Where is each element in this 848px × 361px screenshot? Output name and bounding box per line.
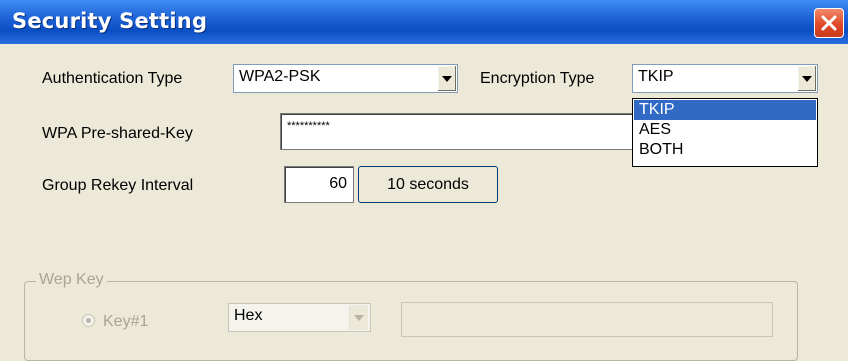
auth-type-label: Authentication Type: [42, 70, 183, 87]
close-button[interactable]: [814, 8, 844, 38]
encryption-option-tkip[interactable]: TKIP: [634, 100, 816, 120]
encryption-option-aes[interactable]: AES: [634, 120, 816, 140]
rekey-input[interactable]: 60: [284, 166, 354, 203]
psk-input[interactable]: **********: [280, 113, 642, 150]
encryption-type-value: TKIP: [638, 68, 674, 85]
psk-value: **********: [287, 120, 330, 132]
encryption-type-dropdown-button[interactable]: [797, 66, 816, 91]
rekey-value: 60: [329, 175, 347, 192]
key1-format-dropdown-button[interactable]: [349, 305, 368, 330]
key1-format-select[interactable]: Hex: [228, 303, 371, 332]
rekey-unit-button[interactable]: 10 seconds: [358, 166, 498, 203]
key1-value-input[interactable]: [401, 302, 773, 337]
rekey-label: Group Rekey Interval: [42, 177, 194, 194]
key1-radio[interactable]: [82, 314, 95, 327]
chevron-down-icon: [802, 76, 812, 82]
encryption-type-select[interactable]: TKIP: [632, 64, 818, 93]
window-title: Security Setting: [12, 9, 208, 33]
auth-type-dropdown-button[interactable]: [437, 66, 456, 91]
encryption-option-both[interactable]: BOTH: [634, 140, 816, 160]
chevron-down-icon: [442, 76, 452, 82]
encryption-type-options: TKIP AES BOTH: [632, 98, 818, 167]
key1-radio-dot: [86, 318, 91, 323]
psk-label: WPA Pre-shared-Key: [42, 125, 193, 142]
key1-format-value: Hex: [234, 307, 263, 324]
key1-label: Key#1: [103, 313, 149, 330]
title-bar: Security Setting: [0, 0, 848, 44]
encryption-type-label: Encryption Type: [480, 70, 595, 87]
chevron-down-icon: [354, 315, 364, 321]
wep-key-group-title: Wep Key: [36, 271, 107, 289]
auth-type-select[interactable]: WPA2-PSK: [233, 64, 458, 93]
close-icon: [821, 15, 837, 31]
auth-type-value: WPA2-PSK: [239, 68, 321, 85]
